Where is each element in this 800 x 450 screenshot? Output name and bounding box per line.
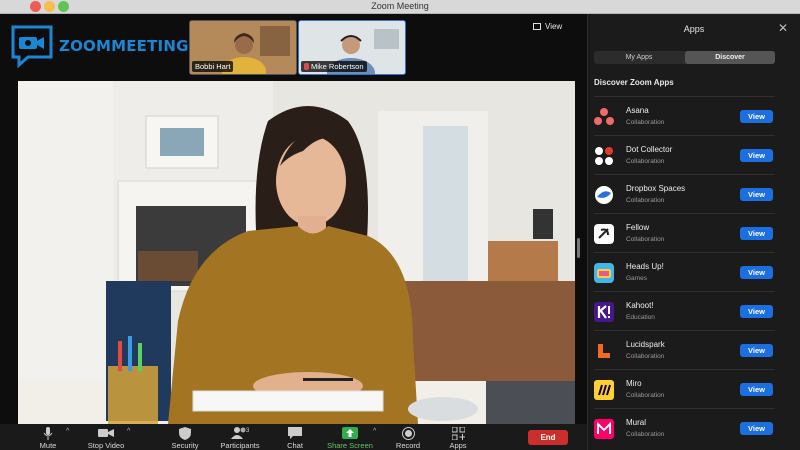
title-bar: Zoom Meeting [0,0,800,14]
app-list-item[interactable]: Heads Up! Games View [594,252,775,291]
dot-collector-icon [594,146,614,166]
window-title: Zoom Meeting [371,1,429,11]
view-app-button[interactable]: View [740,344,773,357]
app-category: Collaboration [626,236,665,243]
view-app-button[interactable]: View [740,227,773,240]
app-category: Collaboration [626,119,665,126]
view-app-button[interactable]: View [740,422,773,435]
participant-name-label: Bobbi Hart [192,61,234,72]
app-name: Kahoot! [626,301,654,310]
view-app-button[interactable]: View [740,149,773,162]
asana-icon [594,107,614,127]
app-list-item[interactable]: Mural Collaboration View [594,408,775,447]
share-screen-button[interactable]: Share Screen [320,426,380,450]
meeting-toolbar: Mute ^ Stop Video ^ Security 3 Participa… [0,424,587,450]
apps-grid-icon [428,426,488,440]
miro-icon [594,380,614,400]
view-app-button[interactable]: View [740,188,773,201]
end-meeting-button[interactable]: End [528,430,568,445]
app-list-item[interactable]: Dropbox Spaces Collaboration View [594,174,775,213]
view-app-button[interactable]: View [740,383,773,396]
app-list-item[interactable]: Fellow Collaboration View [594,213,775,252]
apps-panel: Apps ✕ My Apps Discover Discover Zoom Ap… [587,14,800,450]
view-app-button[interactable]: View [740,266,773,279]
view-app-button[interactable]: View [740,110,773,123]
zoommeeting-logo: ZOOMMEETING [10,24,189,69]
view-layout-button[interactable]: View [533,22,562,31]
video-options-caret[interactable]: ^ [127,428,130,435]
app-category: Games [626,275,647,282]
share-options-caret[interactable]: ^ [373,428,376,435]
participant-thumbnail[interactable]: Mike Robertson [298,20,406,75]
chat-button[interactable]: Chat [265,426,325,450]
speaker-video-image [18,81,575,424]
panel-resize-handle[interactable] [577,238,580,258]
app-list-item[interactable]: Dot Collector Collaboration View [594,135,775,174]
logo-text: ZOOMMEETING [59,37,189,55]
dropbox-spaces-icon [594,185,614,205]
app-category: Collaboration [626,197,665,204]
participants-count: 3 [246,428,250,434]
lucidspark-icon [594,341,614,361]
app-name: Lucidspark [626,340,665,349]
tab-my-apps[interactable]: My Apps [594,51,684,64]
close-icon[interactable]: ✕ [778,21,788,35]
discover-section-title: Discover Zoom Apps [594,78,674,87]
participant-thumbnail[interactable]: Bobbi Hart [189,20,297,75]
apps-tab-switch: My Apps Discover [594,51,775,64]
app-name: Miro [626,379,642,388]
main-video-feed [18,81,575,424]
mic-muted-icon [304,63,309,70]
app-name: Dot Collector [626,145,673,154]
share-screen-icon [320,426,380,440]
app-name: Asana [626,106,649,115]
app-list-item[interactable]: Lucidspark Collaboration View [594,330,775,369]
participant-name-label: Mike Robertson [301,61,367,72]
mute-options-caret[interactable]: ^ [66,428,69,435]
app-list-item[interactable]: Miro Collaboration View [594,369,775,408]
app-category: Collaboration [626,158,665,165]
app-name: Heads Up! [626,262,664,271]
app-category: Collaboration [626,431,665,438]
apps-panel-title: Apps [683,24,705,34]
security-button[interactable]: Security [155,426,215,450]
tab-discover[interactable]: Discover [685,51,775,64]
people-icon [210,426,270,440]
kahoot-icon [594,302,614,322]
mural-icon [594,419,614,439]
zoom-window: Zoom Meeting ZOOMMEETING Bobbi Hart Mike… [0,0,800,450]
app-category: Collaboration [626,353,665,360]
app-category: Education [626,314,655,321]
fellow-icon [594,224,614,244]
chat-bubble-icon [265,426,325,440]
app-list-item[interactable]: Asana Collaboration View [594,96,775,135]
view-app-button[interactable]: View [740,305,773,318]
participants-button[interactable]: 3 Participants [210,426,270,450]
camera-logo-icon [10,24,54,69]
apps-button[interactable]: Apps [428,426,488,450]
app-name: Fellow [626,223,650,232]
app-name: Mural [626,418,647,427]
heads-up-icon [594,263,614,283]
app-category: Collaboration [626,392,665,399]
app-name: Dropbox Spaces [626,184,686,193]
app-list-item[interactable]: Kahoot! Education View [594,291,775,330]
shield-icon [155,426,215,440]
grid-view-icon [533,23,541,30]
